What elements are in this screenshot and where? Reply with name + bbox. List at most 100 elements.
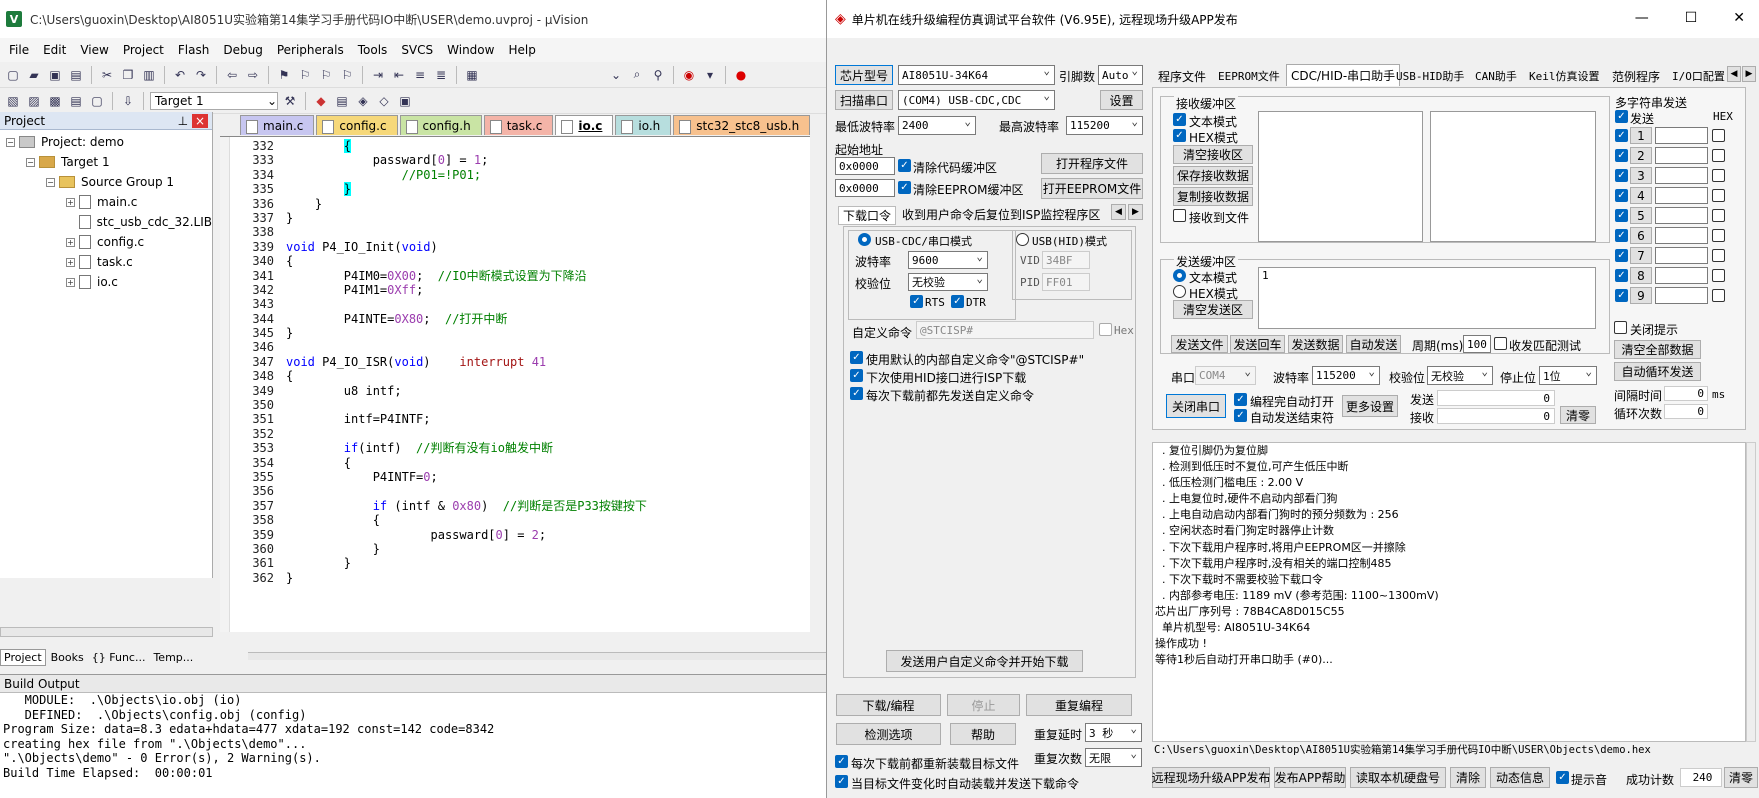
multi-send-button[interactable]: 3 [1630,167,1652,184]
tab-books[interactable]: Books [48,650,87,665]
multi-send-input[interactable] [1655,287,1708,304]
info-log[interactable]: . 复位引脚仍为复位脚 . 检测到低压时不复位,可产生低压中断 . 低压检测门槛… [1152,442,1746,742]
minimize-icon[interactable]: — [1635,10,1649,26]
translate-icon[interactable]: ▧ [4,92,22,110]
read-disk-id-button[interactable]: 读取本机硬盘号 [1350,767,1446,788]
multi-send-button[interactable]: 1 [1630,127,1652,144]
copy-receive-button[interactable]: 复制接收数据 [1173,187,1253,206]
save-all-icon[interactable]: ▤ [67,66,85,84]
editor-tab-config-c[interactable]: config.c [316,115,398,135]
multi-send-checkbox[interactable]: ✓ [1615,269,1628,282]
multi-hex-checkbox[interactable] [1712,229,1725,242]
breakpoint-icon[interactable]: ● [732,66,750,84]
multi-send-button[interactable]: 6 [1630,227,1652,244]
menu-window[interactable]: Window [440,43,501,57]
project-hscrollbar[interactable] [0,627,213,637]
tree-project-node[interactable]: − Project: demo [0,132,212,152]
receive-hex-area[interactable] [1430,111,1596,242]
period-input[interactable]: 100 [1463,335,1491,353]
copy-icon[interactable]: ❐ [119,66,137,84]
multi-hex-checkbox[interactable] [1712,149,1725,162]
multi-send-input[interactable] [1655,147,1708,164]
tab-can[interactable]: CAN助手 [1475,66,1517,86]
redo-icon[interactable]: ↷ [192,66,210,84]
baud-select[interactable]: 9600 [908,250,988,269]
cut-icon[interactable]: ✂ [98,66,116,84]
multi-send-input[interactable] [1655,267,1708,284]
code-address-input[interactable]: 0x0000 [835,157,895,175]
recv-to-file-checkbox[interactable] [1173,209,1186,222]
target-options-icon[interactable]: ⚒ [281,92,299,110]
multi-send-checkbox[interactable]: ✓ [1615,229,1628,242]
repeat-delay-select[interactable]: 3 秒 [1085,722,1142,742]
stop-bits-select[interactable]: 1位 [1539,365,1597,385]
menu-view[interactable]: View [73,43,115,57]
tab-reset-to-isp[interactable]: 收到用户命令后复位到ISP监控程序区 [902,206,1100,223]
search-combo-arrow-icon[interactable]: ⌄ [607,66,625,84]
open-eeprom-file-button[interactable]: 打开EEPROM文件 [1041,178,1143,199]
close-icon[interactable]: ✕ [1733,10,1745,26]
tab-io-config[interactable]: I/O口配置 [1672,66,1725,86]
tab-keil-debug[interactable]: Keil仿真设置 [1529,66,1600,86]
multi-send-checkbox[interactable]: ✓ [1615,169,1628,182]
bookmark-icon[interactable]: ⚑ [275,66,293,84]
find-icon[interactable]: ⌕ [628,66,646,84]
manage-components-icon[interactable]: ◆ [312,92,330,110]
editor-tab-io-active[interactable]: io.c [555,115,614,135]
auto-load-on-change-checkbox[interactable]: ✓ [835,775,848,788]
nav-back-icon[interactable]: ⇦ [223,66,241,84]
send-hex-mode-radio[interactable] [1173,285,1186,298]
paste-icon[interactable]: ▥ [140,66,158,84]
comment-icon[interactable]: ≡ [411,66,429,84]
multi-send-button[interactable]: 9 [1630,287,1652,304]
send-file-button[interactable]: 发送文件 [1171,335,1228,353]
editor-tab-main[interactable]: main.c [240,115,315,135]
expand-icon[interactable]: + [66,197,75,207]
batch-build-icon[interactable]: ▤ [67,92,85,110]
save-receive-button[interactable]: 保存接收数据 [1173,166,1253,185]
nav-forward-icon[interactable]: ⇨ [244,66,262,84]
dynamic-info-button[interactable]: 动态信息 [1490,767,1550,788]
clear-all-data-button[interactable]: 清空全部数据 [1614,340,1701,359]
close-icon[interactable]: × [191,113,208,128]
expand-icon[interactable]: + [66,237,75,247]
match-test-checkbox[interactable] [1494,337,1507,350]
target-select[interactable]: Target 1 ⌄ [150,91,278,110]
bookmark-next-icon[interactable]: ⚐ [317,66,335,84]
multi-send-input[interactable] [1655,227,1708,244]
tab-scroll-right-icon[interactable]: ▶ [1742,66,1756,82]
auto-loop-send-button[interactable]: 自动循环发送 [1614,362,1701,381]
collapse-icon[interactable]: − [46,177,55,187]
multi-send-input[interactable] [1655,127,1708,144]
multi-hex-checkbox[interactable] [1712,189,1725,202]
maximize-icon[interactable]: ☐ [1685,10,1698,26]
dtr-checkbox[interactable]: ✓ [951,295,964,308]
auto-send-button[interactable]: 自动发送 [1346,335,1401,353]
tab-scroll-left-icon[interactable]: ◀ [1111,204,1126,220]
clear-receive-button[interactable]: 清空接收区 [1173,145,1253,164]
tree-target-node[interactable]: − Target 1 [0,152,212,172]
editor-hscrollbar[interactable] [248,652,826,660]
clear-count-button[interactable]: 清零 [1560,406,1596,424]
multi-send-checkbox[interactable]: ✓ [1615,129,1628,142]
debug-search-icon[interactable]: ◉ [680,66,698,84]
baud2-select[interactable]: 115200 [1312,365,1380,385]
tab-templates[interactable]: Temp... [150,650,196,665]
tab-project[interactable]: Project [0,648,46,666]
send-text-area[interactable]: 1 [1258,267,1596,329]
select-packs-icon[interactable]: ◈ [354,92,372,110]
build-output-text[interactable]: MODULE: .\Objects\io.obj (io) DEFINED: .… [0,693,826,780]
send-text-mode-radio[interactable] [1173,269,1186,282]
tab-scroll-left-icon[interactable]: ◀ [1727,66,1741,82]
menu-svcs[interactable]: SVCS [394,43,440,57]
max-baud-select[interactable]: 115200 [1066,115,1143,135]
menu-project[interactable]: Project [116,43,171,57]
rebuild-icon[interactable]: ▩ [46,92,64,110]
repeat-count-select[interactable]: 无限 [1085,747,1142,767]
rts-checkbox[interactable]: ✓ [910,295,923,308]
bookmark-clear-icon[interactable]: ⚐ [338,66,356,84]
tab-examples[interactable]: 范例程序 [1612,66,1660,86]
log-scrollbar[interactable] [1746,442,1756,742]
save-icon[interactable]: ▣ [46,66,64,84]
build-icon[interactable]: ▨ [25,92,43,110]
